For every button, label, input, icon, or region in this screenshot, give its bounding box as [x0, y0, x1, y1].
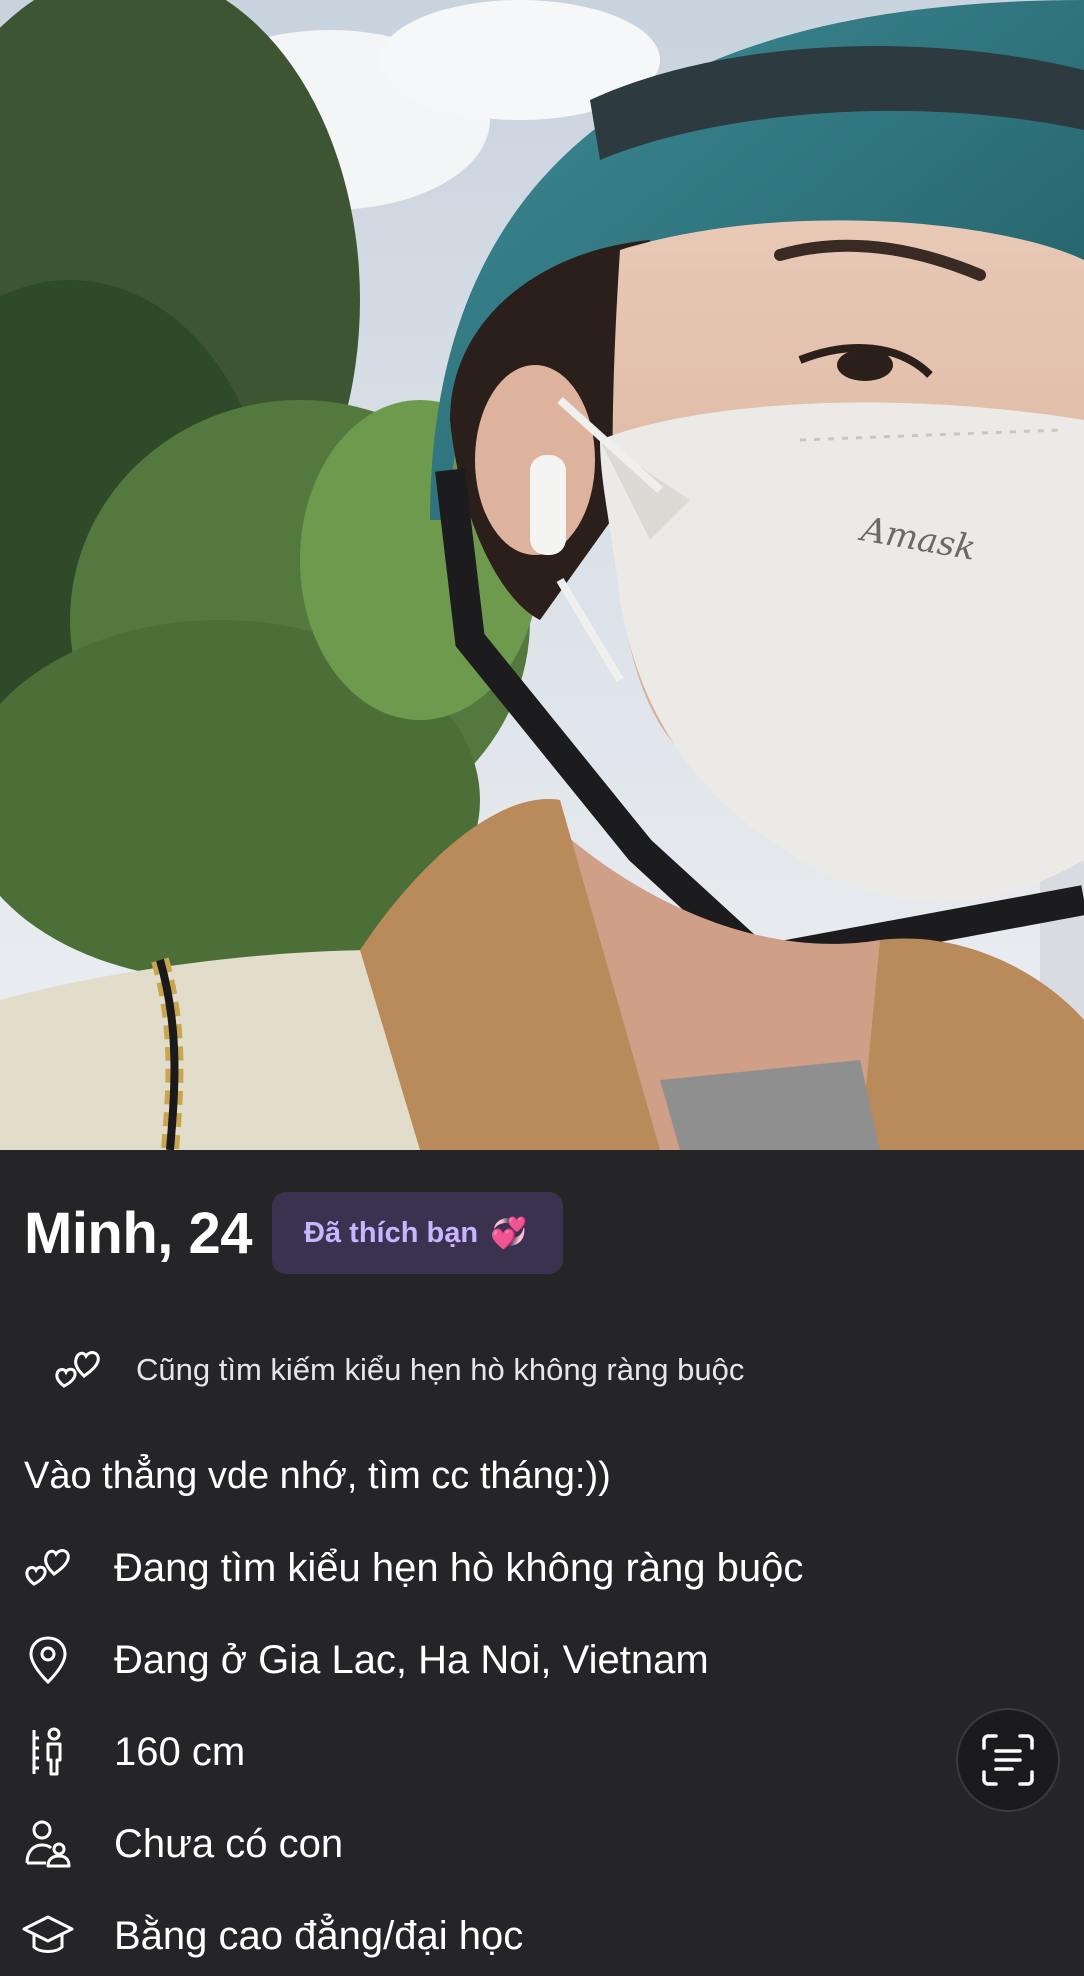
scan-text-icon — [982, 1734, 1034, 1786]
detail-text: Đang ở Gia Lac, Ha Noi, Vietnam — [114, 1637, 709, 1682]
location-pin-icon — [22, 1630, 74, 1690]
profile-info-panel: Minh, 24 Đã thích bạn 💞 Cũng tìm kiếm ki… — [0, 1150, 1084, 1976]
detail-children: Chưa có con — [22, 1814, 343, 1874]
liked-you-label: Đã thích bạn — [304, 1216, 479, 1249]
detail-location: Đang ở Gia Lac, Ha Noi, Vietnam — [22, 1630, 709, 1690]
detail-text: Đang tìm kiểu hẹn hò không ràng buộc — [114, 1545, 804, 1590]
family-icon — [22, 1814, 74, 1874]
profile-name-age: Minh, 24 — [24, 1200, 253, 1266]
height-icon — [22, 1722, 74, 1782]
profile-page: Amask Minh, 24 Đã thích bạn 💞 Cũng tìm k… — [0, 0, 1084, 1976]
detail-text: Chưa có con — [114, 1821, 344, 1866]
selfie-illustration: Amask — [0, 0, 1084, 1150]
profile-photo[interactable]: Amask — [0, 0, 1084, 1150]
detail-height: 160 cm — [22, 1722, 245, 1782]
detail-text: Bằng cao đẳng/đại học — [114, 1913, 524, 1958]
graduation-cap-icon — [22, 1906, 74, 1966]
liked-you-badge: Đã thích bạn 💞 — [272, 1192, 564, 1274]
profile-bio: Vào thẳng vde nhớ, tìm cc tháng:)) — [24, 1455, 611, 1497]
two-hearts-icon: 💞 — [490, 1216, 528, 1250]
hearts-icon — [22, 1538, 74, 1598]
also-looking-text: Cũng tìm kiếm kiểu hẹn hò không ràng buộ… — [136, 1352, 745, 1387]
detail-looking-for: Đang tìm kiểu hẹn hò không ràng buộc — [22, 1538, 803, 1598]
detail-text: 160 cm — [114, 1729, 246, 1774]
also-looking-row: Cũng tìm kiếm kiểu hẹn hò không ràng buộ… — [52, 1340, 744, 1400]
detail-education: Bằng cao đẳng/đại học — [22, 1906, 523, 1966]
scan-text-button[interactable] — [956, 1708, 1060, 1812]
name-row: Minh, 24 Đã thích bạn 💞 — [24, 1192, 564, 1274]
hearts-icon — [52, 1344, 104, 1396]
